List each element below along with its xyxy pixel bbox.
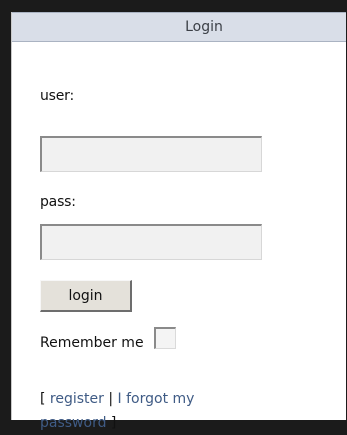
user-label: user: [40, 88, 75, 104]
user-input[interactable] [40, 136, 262, 172]
remember-me-label: Remember me [40, 335, 144, 351]
login-panel: Login user: pass: login Remember me [ re… [11, 12, 346, 431]
account-links: [ register | I forgot my password ] [40, 387, 260, 435]
login-button[interactable]: login [40, 280, 132, 312]
open-bracket: [ [40, 391, 46, 407]
password-input[interactable] [40, 224, 262, 260]
remember-me-row: Remember me [40, 327, 176, 351]
login-header: Login [12, 12, 346, 42]
remember-me-checkbox[interactable] [153, 327, 176, 349]
login-title: Login [185, 19, 223, 35]
register-link[interactable]: register [50, 391, 104, 407]
pass-label: pass: [40, 194, 76, 210]
links-separator: | [108, 391, 114, 407]
close-bracket: ] [110, 415, 117, 431]
